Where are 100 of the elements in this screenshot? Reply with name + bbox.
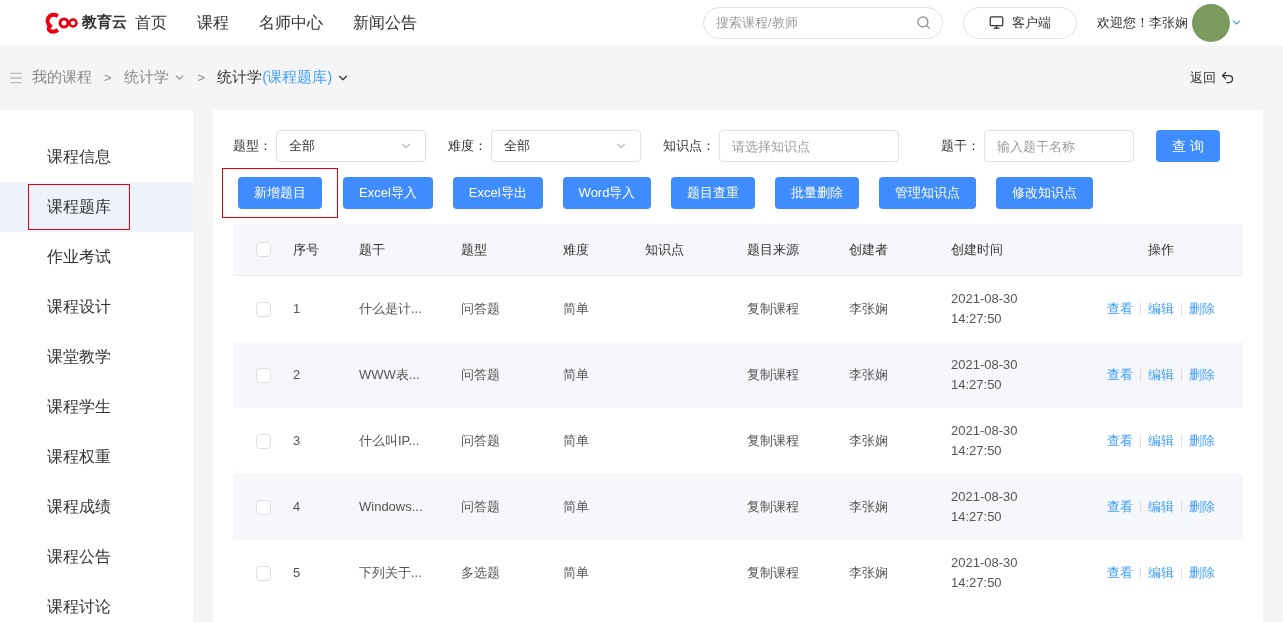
table-cell-text: 下列关于...	[359, 564, 423, 583]
sidebar-item[interactable]: 课堂教学	[0, 332, 193, 382]
nav-link[interactable]: 新闻公告	[353, 10, 417, 35]
table-cell-text: 2	[293, 366, 302, 385]
monitor-icon	[989, 15, 1004, 30]
sidebar-item[interactable]: 课程题库	[0, 182, 193, 232]
nav-link[interactable]: 名师中心	[259, 10, 323, 35]
nav-link[interactable]: 首页	[135, 10, 167, 35]
operation-link[interactable]: 删除	[1189, 299, 1215, 319]
time-text: 14:27:50	[951, 376, 1003, 394]
breadcrumb-separator: >	[197, 68, 206, 87]
table-cell-text: 李张娴	[849, 498, 889, 517]
table-cell-text: 什么是计...	[359, 300, 423, 319]
operation-link[interactable]: 删除	[1189, 365, 1215, 385]
action-button[interactable]: 管理知识点	[879, 177, 977, 209]
breadcrumb-link[interactable]: 统计学	[123, 66, 186, 89]
sidebar-label: 课程题库	[28, 184, 130, 230]
sidebar-label: 课堂教学	[46, 347, 112, 367]
sidebar-label: 作业考试	[46, 247, 112, 267]
table-cell-text: 李张娴	[849, 366, 889, 385]
logo-text: 教育云	[82, 12, 127, 33]
operation-link[interactable]: 删除	[1189, 431, 1215, 451]
checkbox[interactable]	[255, 301, 271, 317]
table-cell-text: 问答题	[461, 366, 501, 385]
action-button[interactable]: 批量删除	[775, 177, 860, 209]
operation-link[interactable]: 编辑	[1148, 365, 1174, 385]
sidebar-label: 课程设计	[46, 297, 112, 317]
action-button[interactable]: Word导入	[562, 177, 652, 209]
table-cell-text: 问答题	[461, 300, 501, 319]
sidebar-item[interactable]: 作业考试	[0, 232, 193, 282]
checkbox[interactable]	[255, 367, 271, 383]
table-cell-text: 3	[293, 432, 302, 451]
table-cell-text: 5	[293, 564, 302, 583]
sidebar-item[interactable]: 课程信息	[0, 132, 193, 182]
date-text: 2021-08-30	[951, 554, 1019, 572]
undo-icon	[1220, 70, 1235, 85]
sidebar-label: 课程讨论	[46, 597, 112, 617]
column-header: 题型	[461, 240, 488, 259]
checkbox[interactable]	[255, 433, 271, 449]
checkbox[interactable]	[255, 242, 271, 257]
time-text: 14:27:50	[951, 508, 1003, 526]
operation-link[interactable]: 查看	[1107, 365, 1133, 385]
column-header: 序号	[293, 240, 320, 259]
operation-link[interactable]: 查看	[1107, 299, 1133, 319]
table-cell-text: 1	[293, 300, 302, 319]
table-cell-text: 复制课程	[747, 498, 800, 517]
operation-link[interactable]: 编辑	[1148, 497, 1174, 517]
operation-link[interactable]: 删除	[1189, 563, 1215, 583]
input-field[interactable]: 请选择知识点	[719, 130, 899, 162]
action-button[interactable]: 修改知识点	[996, 177, 1094, 209]
filter-label: 题型：	[233, 137, 272, 156]
sidebar-item[interactable]: 课程权重	[0, 432, 193, 482]
column-header: 创建时间	[951, 240, 1004, 259]
welcome-text: 欢迎您！李张娴	[1097, 13, 1188, 32]
sidebar-item[interactable]: 课程公告	[0, 532, 193, 582]
breadcrumb-link[interactable]: 我的课程	[32, 66, 92, 89]
checkbox[interactable]	[255, 565, 271, 581]
action-button[interactable]: Excel导出	[452, 177, 543, 209]
query-button[interactable]: 查 询	[1156, 130, 1220, 162]
operation-link[interactable]: 删除	[1189, 497, 1215, 517]
checkbox[interactable]	[255, 499, 271, 515]
column-header: 题干	[359, 240, 386, 259]
sidebar-label: 课程信息	[46, 147, 112, 167]
breadcrumb-current[interactable]: 统计学(课程题库)	[217, 66, 333, 89]
time-text: 14:27:50	[951, 442, 1003, 460]
operation-link[interactable]: 查看	[1107, 563, 1133, 583]
filter-label: 知识点：	[663, 137, 715, 156]
operation-link[interactable]: 编辑	[1148, 299, 1174, 319]
table-cell-text: 李张娴	[849, 564, 889, 583]
select-field[interactable]: 全部	[491, 130, 641, 162]
operation-link[interactable]: 编辑	[1148, 431, 1174, 451]
operation-link[interactable]: 编辑	[1148, 563, 1174, 583]
sidebar-item[interactable]: 课程学生	[0, 382, 193, 432]
action-button[interactable]: 新增题目	[238, 177, 322, 209]
nav-link[interactable]: 课程	[197, 10, 229, 35]
sidebar-label: 课程权重	[46, 447, 112, 467]
date-text: 2021-08-30	[951, 488, 1019, 506]
column-header: 题目来源	[747, 240, 800, 259]
back-link[interactable]: 返回	[1190, 67, 1235, 88]
sidebar-item[interactable]: 课程讨论	[0, 582, 193, 622]
column-header: 创建者	[849, 240, 889, 259]
table-cell-text: 简单	[563, 498, 590, 517]
date-text: 2021-08-30	[951, 356, 1019, 374]
table-cell-text: 什么叫IP...	[359, 432, 421, 451]
sidebar-item[interactable]: 课程成绩	[0, 482, 193, 532]
table-cell-text: 复制课程	[747, 564, 800, 583]
table-cell-text: WWW表...	[359, 366, 421, 385]
column-header: 知识点	[645, 240, 685, 259]
table-cell-text: 4	[293, 498, 302, 517]
action-button[interactable]: Excel导入	[343, 177, 433, 209]
table-cell-text: 复制课程	[747, 432, 800, 451]
sidebar-item[interactable]: 课程设计	[0, 282, 193, 332]
avatar[interactable]	[1192, 3, 1230, 42]
search-field[interactable]: 搜索课程/教师	[703, 6, 943, 39]
select-field[interactable]: 全部	[276, 130, 426, 162]
search-icon[interactable]	[916, 14, 931, 30]
operation-link[interactable]: 查看	[1107, 497, 1133, 517]
operation-link[interactable]: 查看	[1107, 431, 1133, 451]
action-button[interactable]: 题目查重	[671, 177, 756, 209]
input-field[interactable]: 输入题干名称	[984, 130, 1134, 162]
